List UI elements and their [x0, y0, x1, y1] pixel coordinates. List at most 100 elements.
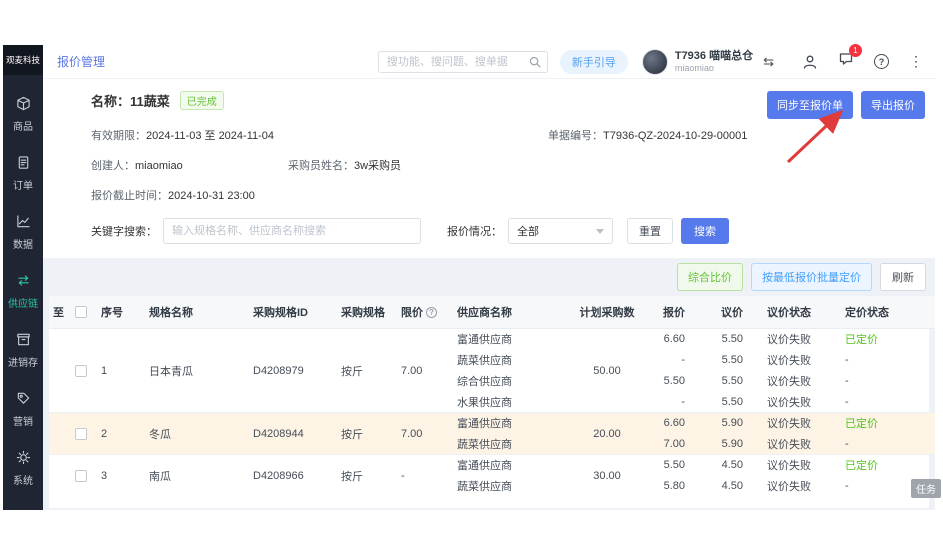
sidebar-item-marketing[interactable]: 营销	[3, 380, 43, 439]
quote-status-label: 报价情况：	[447, 223, 502, 239]
sidebar-item-label: 系统	[13, 472, 33, 487]
guide-button[interactable]: 新手引导	[560, 50, 628, 74]
col-plan-qty: 计划采购数	[567, 296, 647, 329]
sidebar-item-data[interactable]: 数据	[3, 203, 43, 262]
supplier-name: 蔬菜供应商	[453, 434, 567, 455]
sidebar-item-label: 订单	[13, 177, 33, 192]
supplier-name: 富通供应商	[453, 413, 567, 434]
table-action-bar: 综合比价 按最低报价批量定价 刷新	[43, 258, 935, 296]
negotiated-value: 5.50	[705, 350, 763, 371]
sidebar-item-label: 进销存	[8, 354, 38, 369]
keyword-input[interactable]	[163, 218, 421, 244]
col-negotiate-status: 议价状态	[763, 296, 841, 329]
row-checkbox[interactable]	[75, 470, 87, 482]
account-menu[interactable]: T7936 喵喵总仓 miaomiao	[675, 50, 753, 74]
supply-chain-icon	[16, 273, 31, 291]
switch-account-icon[interactable]: ⇆	[763, 54, 774, 70]
quotation-name: 11蔬菜	[130, 91, 170, 110]
sidebar-item-label: 数据	[13, 236, 33, 251]
info-grid: 有效期限：2024-11-03 至 2024-11-04 单据编号：T7936-…	[91, 127, 923, 203]
pricing-status: 已定价	[841, 455, 915, 476]
supplier-name: 富通供应商	[453, 329, 567, 350]
info-icon[interactable]	[426, 307, 437, 318]
topbar: 报价管理 新手引导 T7936 喵喵总仓 miaomiao ⇆ 1	[43, 45, 935, 79]
negotiate-status: 议价失败	[763, 413, 841, 434]
order-icon	[16, 155, 31, 173]
price-limit: 7.00	[397, 329, 453, 413]
pricing-status: 已定价	[841, 413, 915, 434]
col-purchase-spec: 采购规格	[337, 296, 397, 329]
select-all-checkbox[interactable]	[75, 306, 87, 318]
negotiated-value: 5.50	[705, 329, 763, 350]
quote-status-select[interactable]: 全部	[508, 218, 613, 244]
more-icon[interactable]: ⋮	[909, 53, 923, 70]
contact-icon[interactable]	[802, 54, 818, 70]
sidebar: 观麦科技 商品 订单 数据 供应链	[3, 45, 43, 510]
plan-qty: 20.00	[567, 413, 647, 455]
col-quote: 报价	[647, 296, 705, 329]
spec-id: D4208979	[249, 329, 337, 413]
row-index: 3	[97, 455, 145, 497]
pricing-status: -	[841, 350, 915, 371]
supplier-name: 水果供应商	[453, 392, 567, 413]
row-checkbox[interactable]	[75, 428, 87, 440]
app-window: 观麦科技 商品 订单 数据 供应链	[3, 45, 935, 510]
col-index: 序号	[97, 296, 145, 329]
negotiate-status: 议价失败	[763, 455, 841, 476]
pricing-status: -	[841, 392, 915, 413]
page: 观麦科技 商品 订单 数据 供应链	[0, 0, 943, 544]
info-field-deadline: 报价截止时间：2024-10-31 23:00	[91, 187, 923, 203]
help-icon[interactable]: ?	[874, 54, 889, 69]
supplier-name: 综合供应商	[453, 371, 567, 392]
quote-value: 5.80	[647, 476, 705, 497]
sidebar-item-orders[interactable]: 订单	[3, 144, 43, 203]
message-icon[interactable]: 1	[838, 51, 854, 72]
supplier-name: 富通供应商	[453, 455, 567, 476]
keyword-label: 关键字搜索：	[91, 223, 157, 239]
quote-value: 5.50	[647, 371, 705, 392]
box-icon	[16, 96, 31, 114]
page-title[interactable]: 报价管理	[57, 53, 105, 70]
row-checkbox-cell	[71, 413, 97, 455]
search-icon[interactable]	[528, 55, 542, 69]
sidebar-item-inventory[interactable]: 进销存	[3, 321, 43, 380]
batch-lowest-price-button[interactable]: 按最低报价批量定价	[751, 263, 872, 291]
negotiated-value: 4.50	[705, 476, 763, 497]
sync-to-quote-button[interactable]: 同步至报价单	[767, 91, 853, 119]
quote-table-body: 1日本青瓜D4208979按斤7.00富通供应商50.006.605.50议价失…	[49, 329, 935, 497]
info-field-validity: 有效期限：2024-11-03 至 2024-11-04	[91, 127, 548, 143]
quote-value: -	[647, 392, 705, 413]
main-area: 报价管理 新手引导 T7936 喵喵总仓 miaomiao ⇆ 1	[43, 45, 935, 510]
supplier-name: 蔬菜供应商	[453, 350, 567, 371]
spec-id: D4208944	[249, 413, 337, 455]
plan-qty: 50.00	[567, 329, 647, 413]
sidebar-item-supply-chain[interactable]: 供应链	[3, 262, 43, 321]
reset-button[interactable]: 重置	[627, 218, 673, 244]
supplier-row: 1日本青瓜D4208979按斤7.00富通供应商50.006.605.50议价失…	[49, 329, 935, 350]
sidebar-item-goods[interactable]: 商品	[3, 85, 43, 144]
task-tag[interactable]: 任务	[911, 479, 941, 498]
negotiate-status: 议价失败	[763, 434, 841, 455]
quote-status-value: 全部	[517, 223, 539, 239]
export-quote-button[interactable]: 导出报价	[861, 91, 925, 119]
search-button[interactable]: 搜索	[681, 218, 729, 244]
pin-column-header[interactable]: 至	[49, 296, 71, 329]
sidebar-item-system[interactable]: 系统	[3, 439, 43, 498]
price-limit: -	[397, 455, 453, 497]
refresh-button[interactable]: 刷新	[880, 263, 926, 291]
col-price-limit: 限价	[397, 296, 453, 329]
row-index: 1	[97, 329, 145, 413]
avatar[interactable]	[642, 49, 668, 75]
tag-icon	[16, 391, 31, 409]
sidebar-nav: 商品 订单 数据 供应链 进销存	[3, 85, 43, 498]
compare-prices-button[interactable]: 综合比价	[677, 263, 743, 291]
message-badge: 1	[849, 44, 862, 57]
row-checkbox[interactable]	[75, 365, 87, 377]
sidebar-item-label: 商品	[13, 118, 33, 133]
global-search-input[interactable]	[378, 51, 548, 73]
quote-value: 6.60	[647, 413, 705, 434]
row-checkbox-cell	[71, 329, 97, 413]
pricing-status: 已定价	[841, 329, 915, 350]
col-supplier-name: 供应商名称	[453, 296, 567, 329]
purchase-spec: 按斤	[337, 455, 397, 497]
